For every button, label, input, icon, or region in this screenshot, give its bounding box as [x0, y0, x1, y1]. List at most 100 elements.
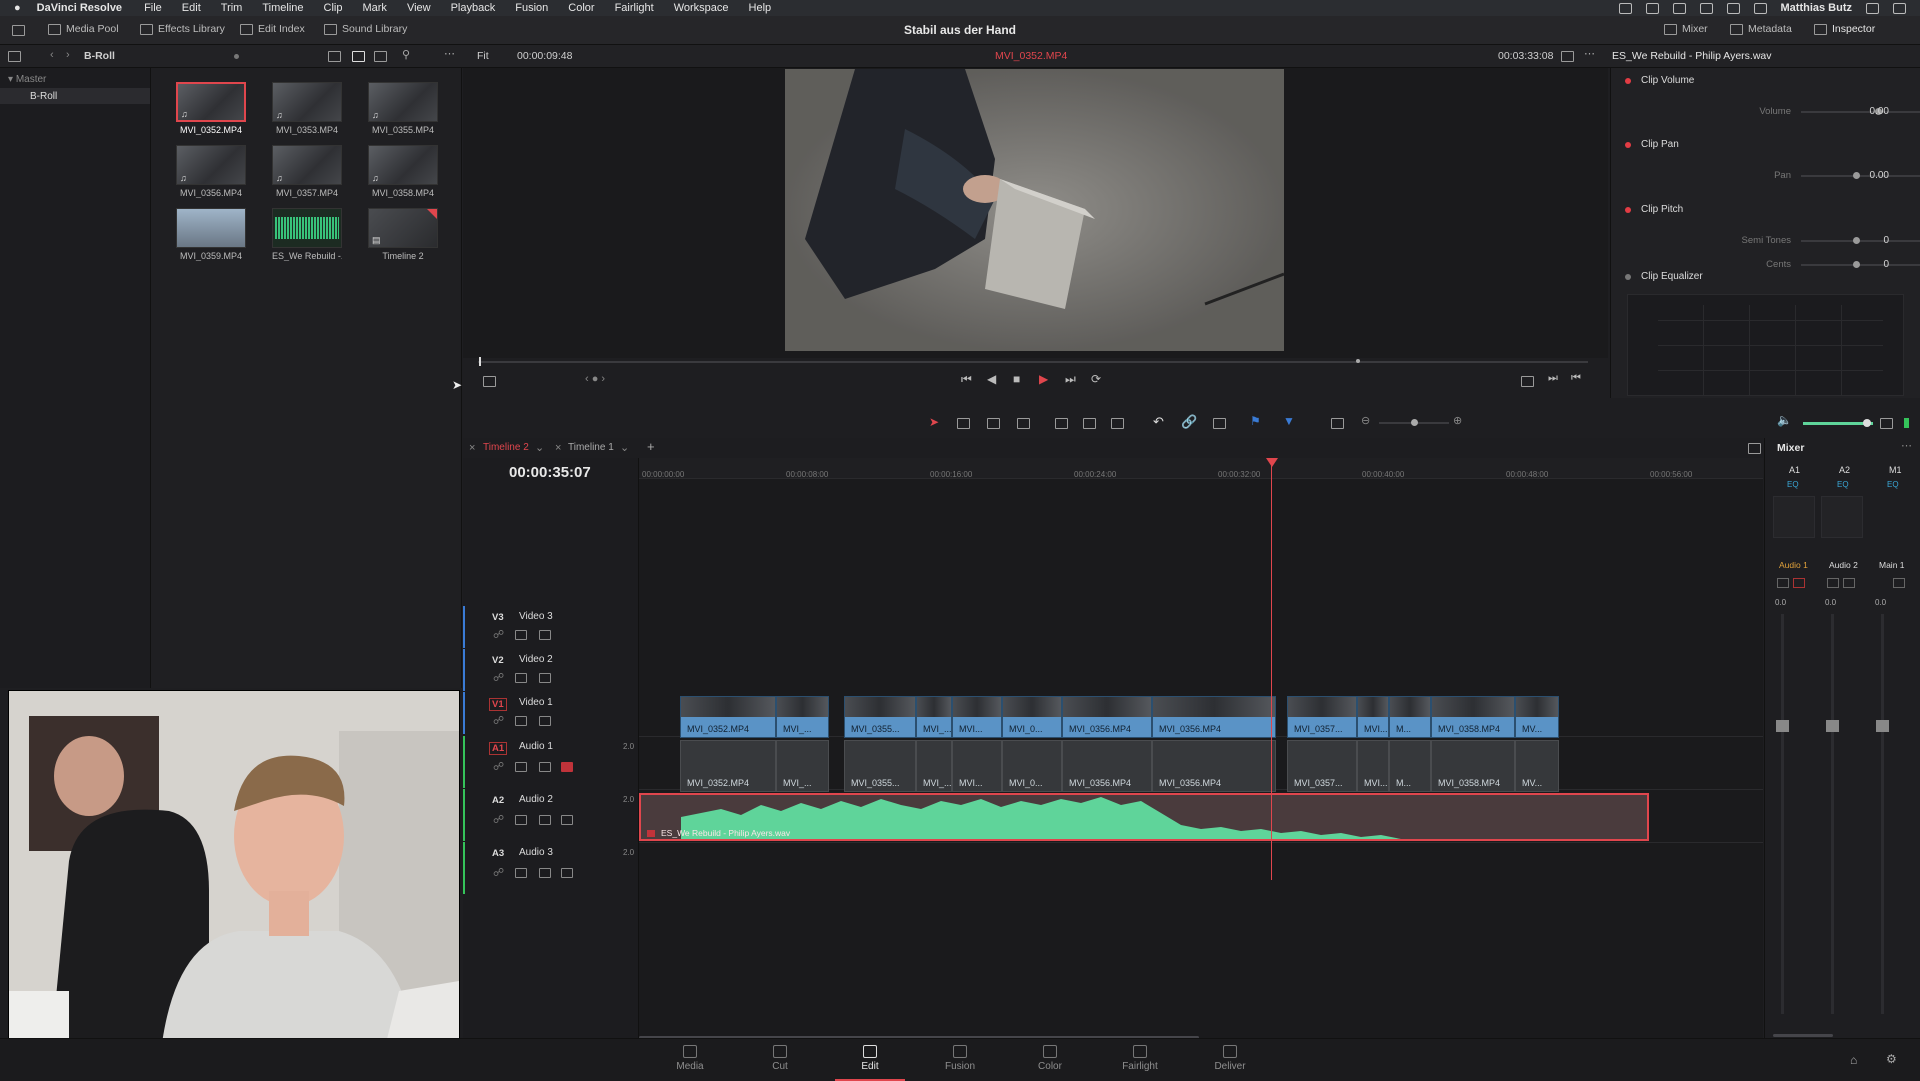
- timeline-options-icon[interactable]: [1748, 443, 1761, 454]
- clip-equalizer-enable[interactable]: [1625, 274, 1631, 280]
- menu-file[interactable]: File: [144, 2, 162, 14]
- track-header-a1[interactable]: A1 Audio 1 2.0 ☍: [463, 736, 640, 788]
- user-name[interactable]: Matthias Butz: [1781, 2, 1853, 14]
- menu-clip[interactable]: Clip: [324, 2, 343, 14]
- tab-timeline-2[interactable]: Timeline 2: [483, 442, 529, 453]
- inspector-button[interactable]: Inspector: [1814, 23, 1875, 35]
- cents-value[interactable]: 0: [1849, 259, 1889, 270]
- mute-icon[interactable]: [561, 762, 573, 772]
- bin-broll[interactable]: B-Roll: [0, 88, 150, 104]
- home-icon[interactable]: ⌂: [1850, 1053, 1857, 1067]
- mute-icon[interactable]: [1843, 578, 1855, 588]
- menu-timeline[interactable]: Timeline: [262, 2, 303, 14]
- music-clip[interactable]: ES_We Rebuild - Philip Ayers.wav: [639, 793, 1649, 841]
- speaker-icon[interactable]: 🔈: [1777, 413, 1792, 427]
- lock-icon[interactable]: ☍: [493, 760, 504, 773]
- track-header-v1[interactable]: V1 Video 1 ☍: [463, 692, 640, 734]
- lock-icon[interactable]: ☍: [493, 714, 504, 727]
- play-reverse-icon[interactable]: ◀: [987, 372, 996, 386]
- sort-icon[interactable]: [328, 51, 341, 62]
- edit-index-button[interactable]: Edit Index: [240, 23, 305, 35]
- pool-clip[interactable]: ♫ MVI_0353.MP4: [272, 82, 342, 135]
- timeline-audio-clip[interactable]: MVI_0356.MP4: [1152, 740, 1276, 792]
- volume-value[interactable]: 0.00: [1849, 106, 1889, 117]
- layout-icon[interactable]: [12, 25, 25, 36]
- mute-icon[interactable]: [561, 868, 573, 878]
- timeline-audio-clip[interactable]: MVI...: [1357, 740, 1389, 792]
- effects-library-button[interactable]: Effects Library: [140, 23, 225, 35]
- timeline-video-clip[interactable]: MVI_0...: [1002, 696, 1062, 738]
- mute-icon[interactable]: [1893, 578, 1905, 588]
- solo-icon[interactable]: [539, 815, 551, 825]
- pool-clip[interactable]: ♫ MVI_0357.MP4: [272, 145, 342, 198]
- timeline-video-clip[interactable]: M...: [1389, 696, 1431, 738]
- auto-select-icon[interactable]: [515, 815, 527, 825]
- bin-master[interactable]: ▾ Master: [8, 74, 46, 85]
- flag-icon[interactable]: ⚑: [1250, 414, 1261, 428]
- insert-clip-icon[interactable]: [1055, 418, 1068, 429]
- gear-icon[interactable]: ⚙: [1886, 1052, 1897, 1066]
- status-icon[interactable]: [1618, 2, 1632, 14]
- timeline-video-clip[interactable]: MVI_...: [776, 696, 829, 738]
- dropbox-icon[interactable]: [1672, 2, 1686, 14]
- viewer-mode-icon[interactable]: [483, 376, 496, 387]
- mute-icon[interactable]: [1793, 578, 1805, 588]
- timeline-audio-clip[interactable]: MVI_0355...: [844, 740, 916, 792]
- viewer-zoom[interactable]: Fit: [477, 50, 489, 62]
- pan-value[interactable]: 0.00: [1849, 170, 1889, 181]
- timeline-timecode[interactable]: 00:00:35:07: [509, 464, 591, 481]
- track-code[interactable]: A1: [489, 742, 508, 755]
- eq-button[interactable]: EQ: [1837, 480, 1849, 489]
- sound-library-button[interactable]: Sound Library: [324, 23, 407, 35]
- blade-tool-icon[interactable]: [1017, 418, 1030, 429]
- chevron-down-icon[interactable]: ⌄: [620, 441, 629, 454]
- page-color[interactable]: Color: [1015, 1043, 1085, 1072]
- menu-mark[interactable]: Mark: [362, 2, 386, 14]
- fader-knob[interactable]: [1776, 720, 1789, 732]
- track-header-a3[interactable]: A3 Audio 3 2.0 ☍: [463, 842, 640, 894]
- trim-tool-icon[interactable]: [957, 418, 970, 429]
- close-tab-icon[interactable]: ×: [555, 442, 561, 454]
- timeline-video-clip[interactable]: MVI_...: [916, 696, 952, 738]
- viewer-options-icon[interactable]: ⋯: [1584, 47, 1595, 60]
- loop-icon[interactable]: ⟳: [1091, 372, 1101, 386]
- next-edit-icon[interactable]: ⏭: [1548, 372, 1558, 385]
- auto-select-icon[interactable]: [515, 673, 527, 683]
- wifi-icon[interactable]: [1726, 2, 1740, 14]
- dim-icon[interactable]: [1880, 418, 1893, 429]
- menu-color[interactable]: Color: [568, 2, 594, 14]
- status-icon[interactable]: [1645, 2, 1659, 14]
- solo-icon[interactable]: [539, 762, 551, 772]
- timeline-audio-clip[interactable]: MVI_0356.MP4: [1062, 740, 1152, 792]
- timeline-audio-clip[interactable]: MVI_0357...: [1287, 740, 1357, 792]
- playhead-handle[interactable]: [1266, 458, 1278, 467]
- previous-edit-icon[interactable]: ⏮: [1571, 372, 1581, 385]
- solo-icon[interactable]: [539, 868, 551, 878]
- lock-icon[interactable]: ☍: [493, 813, 504, 826]
- zoom-in-icon[interactable]: ⊕: [1453, 414, 1462, 427]
- timeline-video-clip[interactable]: MVI_0357...: [1287, 696, 1357, 738]
- timeline-video-clip[interactable]: MVI...: [952, 696, 1002, 738]
- auto-select-icon[interactable]: [515, 716, 527, 726]
- timeline-zoom-slider[interactable]: [1379, 419, 1449, 426]
- fader-knob[interactable]: [1876, 720, 1889, 732]
- pool-clip[interactable]: ES_We Rebuild -...: [272, 208, 342, 261]
- auto-select-icon[interactable]: [515, 630, 527, 640]
- auto-select-icon[interactable]: [515, 868, 527, 878]
- jog-control[interactable]: ‹ ● ›: [585, 373, 605, 385]
- media-pool-button[interactable]: Media Pool: [48, 23, 119, 35]
- pool-clip[interactable]: ▤ Timeline 2: [368, 208, 438, 261]
- viewer-layout-icon[interactable]: [1561, 51, 1574, 62]
- auto-select-icon[interactable]: [515, 762, 527, 772]
- menu-trim[interactable]: Trim: [221, 2, 243, 14]
- menu-playback[interactable]: Playback: [451, 2, 496, 14]
- forward-icon[interactable]: ›: [66, 49, 70, 61]
- metadata-button[interactable]: Metadata: [1730, 23, 1792, 35]
- marker-icon[interactable]: ▼: [1283, 414, 1295, 428]
- master-volume-knob[interactable]: [1863, 419, 1871, 427]
- menu-fairlight[interactable]: Fairlight: [615, 2, 654, 14]
- track-visibility-icon[interactable]: [539, 673, 551, 683]
- timeline-video-clip[interactable]: MVI_0356.MP4: [1062, 696, 1152, 738]
- viewer-clip-name[interactable]: MVI_0352.MP4: [995, 50, 1067, 62]
- mixer-button[interactable]: Mixer: [1664, 23, 1708, 35]
